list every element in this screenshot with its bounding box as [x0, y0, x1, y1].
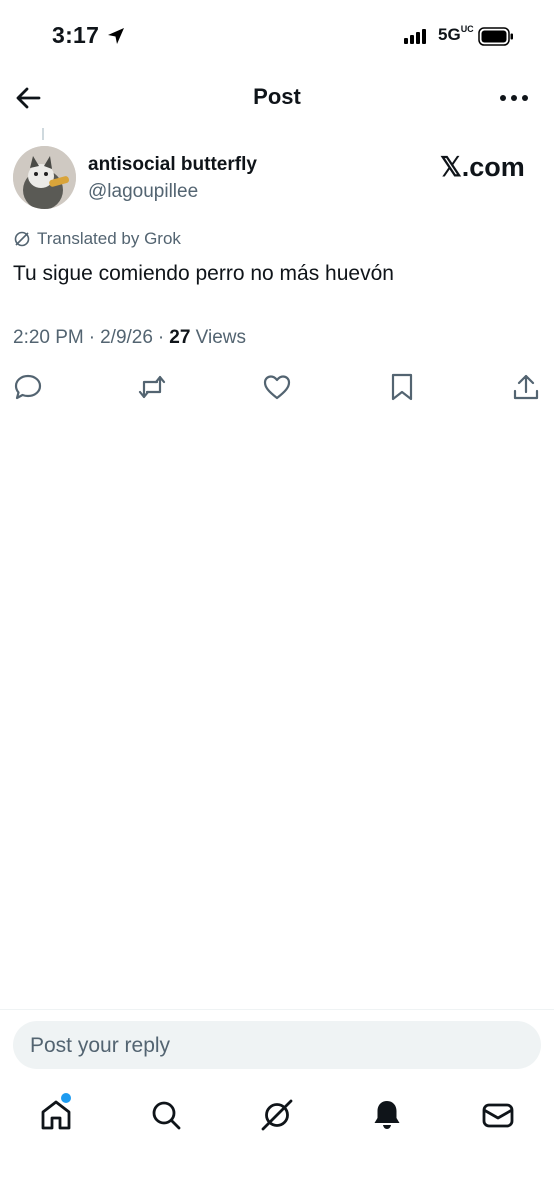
thread-line	[42, 128, 44, 140]
messages-icon	[482, 1103, 514, 1128]
display-name[interactable]: antisocial butterfly	[88, 154, 257, 176]
battery-icon	[478, 27, 513, 46]
signal-icon	[404, 29, 426, 44]
x-watermark: 𝕏.com	[440, 152, 525, 182]
reply-placeholder: Post your reply	[30, 1034, 171, 1057]
more-options-icon[interactable]	[498, 92, 530, 104]
search-icon	[152, 1101, 181, 1130]
repost-icon	[138, 375, 166, 399]
bookmark-button[interactable]	[387, 372, 417, 402]
network-indicator: 5GUC	[438, 24, 474, 45]
nav-notifications[interactable]	[369, 1097, 405, 1133]
nav-messages[interactable]	[480, 1097, 516, 1133]
post-date: 2/9/26	[100, 327, 153, 348]
reply-button[interactable]	[13, 372, 43, 402]
avatar[interactable]	[13, 146, 76, 209]
repost-button[interactable]	[137, 372, 167, 402]
nav-grok[interactable]	[259, 1097, 295, 1133]
share-button[interactable]	[511, 372, 541, 402]
reply-icon	[14, 374, 42, 400]
nav-home[interactable]	[38, 1097, 74, 1133]
nav-search[interactable]	[148, 1097, 184, 1133]
divider	[0, 1009, 554, 1010]
share-icon	[513, 374, 539, 400]
status-time: 3:17	[52, 22, 100, 48]
home-icon	[41, 1100, 71, 1130]
page-title: Post	[253, 84, 301, 109]
grok-icon	[261, 1099, 293, 1131]
grok-icon	[14, 231, 30, 247]
like-button[interactable]	[262, 372, 292, 402]
like-icon	[263, 375, 291, 400]
translation-text: Translated by Grok	[37, 229, 181, 248]
post-meta: 2:20 PM · 2/9/26 · 27 Views	[13, 327, 247, 349]
user-handle[interactable]: @lagoupillee	[88, 181, 198, 203]
notifications-icon	[374, 1101, 400, 1129]
back-arrow-icon[interactable]	[14, 84, 42, 112]
views-count[interactable]: 27 Views	[169, 327, 246, 349]
bookmark-icon	[391, 373, 413, 401]
post-text: Tu sigue comiendo perro no más huevón	[13, 262, 394, 285]
location-arrow-icon	[108, 28, 124, 44]
post-time: 2:20 PM	[13, 327, 84, 348]
cat-avatar-icon	[13, 146, 76, 209]
translation-label[interactable]: Translated by Grok	[13, 229, 181, 249]
notification-dot	[61, 1093, 71, 1103]
